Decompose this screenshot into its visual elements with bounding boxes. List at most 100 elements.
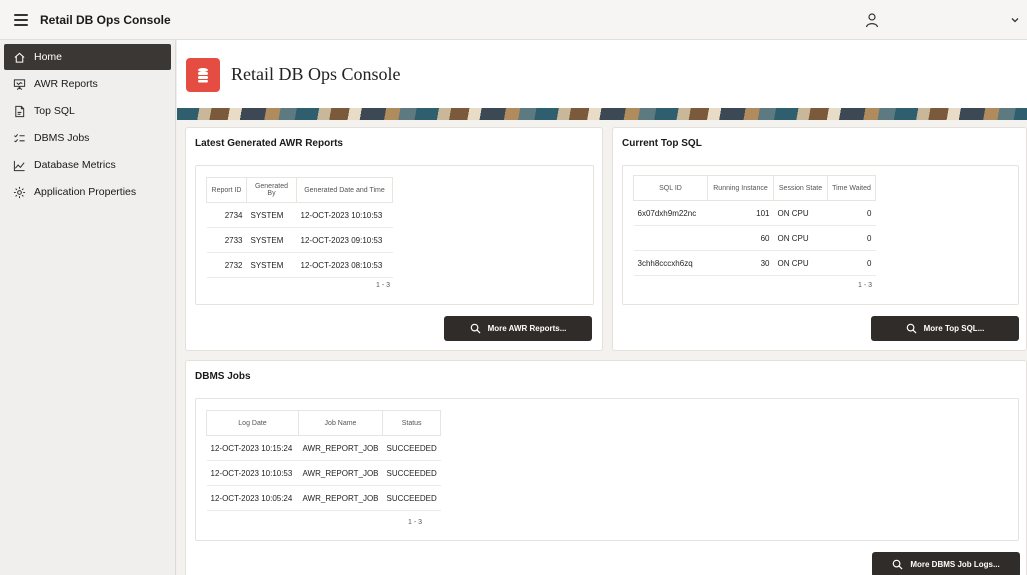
button-label: More DBMS Job Logs... — [910, 560, 1000, 569]
menu-icon[interactable] — [14, 13, 28, 26]
app-title[interactable]: Retail DB Ops Console — [40, 13, 171, 27]
awr-reports-card: Latest Generated AWR Reports Report ID G… — [185, 127, 603, 351]
decorative-banner — [177, 108, 1027, 120]
column-header[interactable]: SQL ID — [633, 175, 708, 201]
table-row: 2734 SYSTEM 12-OCT-2023 10:10:53 — [206, 202, 393, 228]
pagination-text: 1 - 3 — [858, 282, 873, 289]
sidebar-item-label: Home — [34, 51, 63, 63]
column-header[interactable]: Report ID — [206, 177, 247, 203]
report-id-cell[interactable]: 2732 — [206, 252, 247, 278]
table-row: 12-OCT-2023 10:10:53 AWR_REPORT_JOB SUCC… — [206, 460, 441, 486]
status-cell: SUCCEEDED — [382, 435, 441, 461]
time-waited-cell: 0 — [827, 250, 876, 276]
top-bar: Retail DB Ops Console — [0, 0, 1027, 40]
time-waited-cell: 0 — [827, 200, 876, 226]
hero-region: Retail DB Ops Console — [177, 40, 1027, 108]
time-waited-cell: 0 — [827, 225, 876, 251]
dbms-jobs-region: Log Date Job Name Status 12-OCT-2023 10:… — [195, 398, 1019, 541]
generated-by-cell: SYSTEM — [246, 252, 297, 278]
running-instance-cell: 30 — [707, 250, 774, 276]
log-date-cell: 12-OCT-2023 10:15:24 — [206, 435, 299, 461]
sidebar-item-awr-reports[interactable]: AWR Reports — [4, 71, 171, 97]
column-header[interactable]: Session State — [773, 175, 828, 201]
sidebar-item-label: Top SQL — [34, 105, 75, 117]
table-row: 12-OCT-2023 10:15:24 AWR_REPORT_JOB SUCC… — [206, 435, 441, 461]
job-list-icon — [14, 133, 25, 142]
button-label: More Top SQL... — [923, 324, 985, 333]
status-cell: SUCCEEDED — [382, 460, 441, 486]
gear-icon — [13, 186, 26, 198]
awr-reports-table: Report ID Generated By Generated Date an… — [206, 177, 393, 278]
sidebar-item-application-properties[interactable]: Application Properties — [4, 179, 171, 205]
generated-by-cell: SYSTEM — [246, 227, 297, 253]
generated-by-cell: SYSTEM — [246, 202, 297, 228]
column-header[interactable]: Time Waited — [827, 175, 876, 201]
table-row: 12-OCT-2023 10:05:24 AWR_REPORT_JOB SUCC… — [206, 485, 441, 511]
sidebar-item-label: AWR Reports — [34, 78, 98, 90]
presentation-icon — [13, 78, 26, 90]
column-header[interactable]: Log Date — [206, 410, 299, 436]
table-row: 2732 SYSTEM 12-OCT-2023 08:10:53 — [206, 252, 393, 278]
pagination-text: 1 - 3 — [376, 282, 391, 289]
awr-reports-region: Report ID Generated By Generated Date an… — [195, 165, 594, 305]
generated-date-cell: 12-OCT-2023 09:10:53 — [296, 227, 393, 253]
column-header[interactable]: Running Instance — [707, 175, 774, 201]
line-chart-icon — [13, 160, 25, 171]
top-sql-table: SQL ID Running Instance Session State Ti… — [633, 175, 876, 276]
log-date-cell: 12-OCT-2023 10:05:24 — [206, 485, 299, 511]
table-row: 3chh8cccxh6zq 30 ON CPU 0 — [633, 250, 876, 276]
sidebar-item-dbms-jobs[interactable]: DBMS Jobs — [4, 125, 171, 151]
card-title: Latest Generated AWR Reports — [195, 138, 343, 149]
database-icon — [186, 58, 220, 92]
search-icon — [893, 559, 903, 570]
sql-id-cell[interactable] — [633, 225, 708, 251]
job-name-cell[interactable]: AWR_REPORT_JOB — [298, 485, 383, 511]
card-title: Current Top SQL — [622, 138, 702, 149]
sidebar-item-label: Application Properties — [34, 186, 137, 198]
sidebar-item-database-metrics[interactable]: Database Metrics — [4, 152, 171, 178]
sql-id-cell[interactable]: 6x07dxh9m22nc — [633, 200, 708, 226]
log-date-cell: 12-OCT-2023 10:10:53 — [206, 460, 299, 486]
sidebar-item-label: DBMS Jobs — [34, 132, 90, 144]
user-icon[interactable] — [864, 12, 880, 28]
sidebar-item-label: Database Metrics — [34, 159, 116, 171]
report-id-cell[interactable]: 2733 — [206, 227, 247, 253]
column-header[interactable]: Job Name — [297, 410, 384, 436]
report-id-cell[interactable]: 2734 — [206, 202, 247, 228]
sidebar: Home AWR Reports Top SQL DBMS Jobs Datab… — [0, 40, 176, 575]
running-instance-cell: 60 — [707, 225, 774, 251]
top-sql-region: SQL ID Running Instance Session State Ti… — [622, 165, 1019, 305]
sidebar-item-home[interactable]: Home — [4, 44, 171, 70]
table-row: 2733 SYSTEM 12-OCT-2023 09:10:53 — [206, 227, 393, 253]
card-title: DBMS Jobs — [195, 371, 251, 382]
search-icon — [470, 323, 481, 334]
table-row: 60 ON CPU 0 — [633, 225, 876, 251]
sql-document-icon — [15, 105, 25, 117]
sql-id-cell[interactable]: 3chh8cccxh6zq — [633, 250, 708, 276]
column-header[interactable]: Status — [382, 410, 442, 436]
dbms-jobs-table: Log Date Job Name Status 12-OCT-2023 10:… — [206, 410, 442, 511]
job-name-cell[interactable]: AWR_REPORT_JOB — [298, 460, 383, 486]
session-state-cell: ON CPU — [773, 225, 828, 251]
session-state-cell: ON CPU — [773, 250, 828, 276]
chevron-down-icon[interactable] — [1010, 15, 1020, 25]
generated-date-cell: 12-OCT-2023 08:10:53 — [296, 252, 393, 278]
sidebar-item-top-sql[interactable]: Top SQL — [4, 98, 171, 124]
search-icon — [906, 323, 917, 334]
more-awr-reports-button[interactable]: More AWR Reports... — [444, 316, 592, 341]
job-name-cell[interactable]: AWR_REPORT_JOB — [298, 435, 383, 461]
session-state-cell: ON CPU — [773, 200, 828, 226]
top-sql-card: Current Top SQL SQL ID Running Instance … — [612, 127, 1027, 351]
table-row: 6x07dxh9m22nc 101 ON CPU 0 — [633, 200, 876, 226]
column-header[interactable]: Generated Date and Time — [296, 177, 393, 203]
more-dbms-job-logs-button[interactable]: More DBMS Job Logs... — [872, 552, 1020, 575]
column-header[interactable]: Generated By — [246, 177, 297, 203]
dbms-jobs-card: DBMS Jobs Log Date Job Name Status 12-OC… — [185, 360, 1027, 575]
status-cell: SUCCEEDED — [382, 485, 441, 511]
page-title: Retail DB Ops Console — [231, 64, 401, 84]
home-icon — [14, 52, 25, 63]
more-top-sql-button[interactable]: More Top SQL... — [871, 316, 1019, 341]
button-label: More AWR Reports... — [487, 324, 567, 333]
generated-date-cell: 12-OCT-2023 10:10:53 — [296, 202, 393, 228]
running-instance-cell: 101 — [707, 200, 774, 226]
